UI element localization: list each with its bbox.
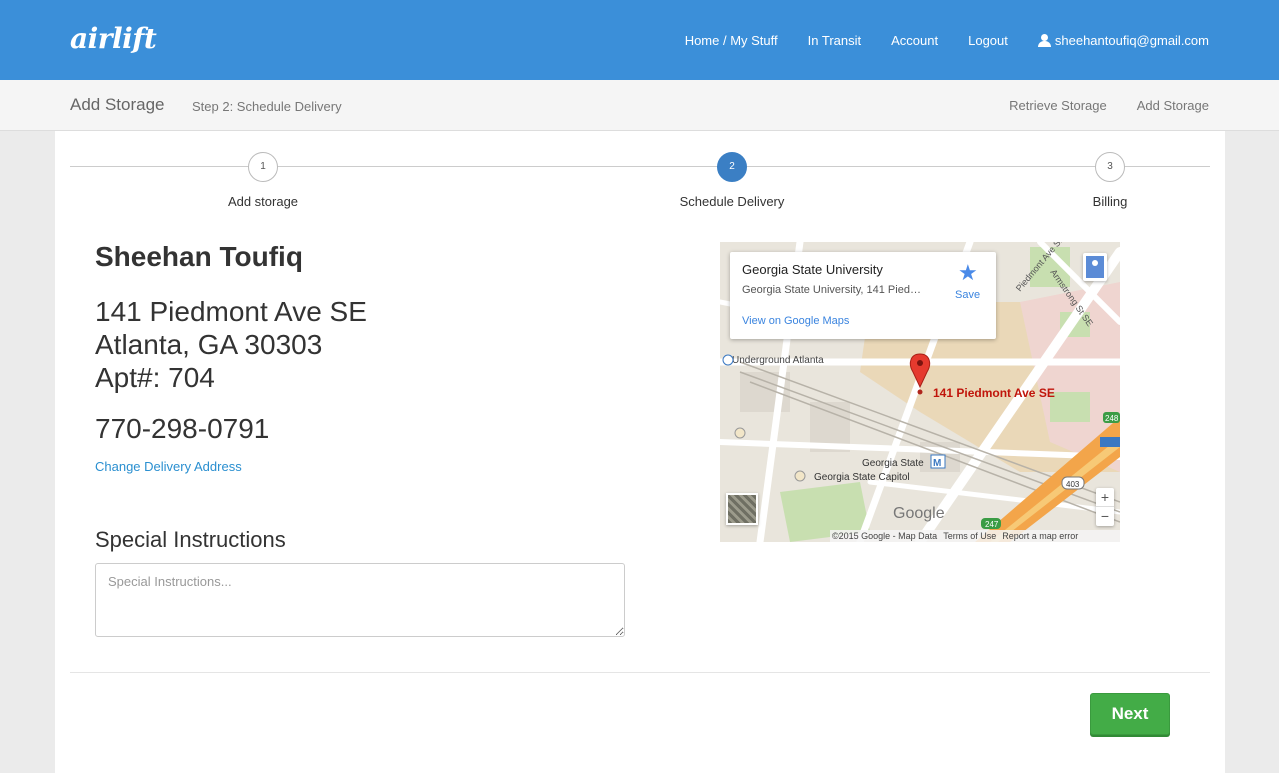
top-nav: Home / My Stuff In Transit Account Logou… bbox=[685, 0, 1209, 80]
step-2-circle: 2 bbox=[717, 152, 747, 182]
zoom-controls: + − bbox=[1096, 488, 1114, 526]
map-footer: ©2015 Google - Map Data Terms of Use Rep… bbox=[830, 530, 1120, 542]
map-place-address: Georgia State University, 141 Pied… bbox=[742, 284, 921, 296]
map-info-card: Georgia State University Georgia State U… bbox=[730, 252, 996, 339]
user-icon bbox=[1037, 33, 1051, 47]
google-logo: Google bbox=[893, 505, 945, 522]
map-place-title: Georgia State University bbox=[742, 262, 883, 277]
user-email: sheehantoufiq@gmail.com bbox=[1054, 32, 1209, 48]
road-shield-247: 247 bbox=[985, 520, 999, 529]
address-line-1: 141 Piedmont Ave SE bbox=[95, 296, 367, 327]
phone-number: 770-298-0791 bbox=[95, 413, 270, 444]
street-view-pegman-icon[interactable] bbox=[1083, 253, 1107, 281]
delivery-address: 141 Piedmont Ave SE Atlanta, GA 30303 Ap… bbox=[95, 295, 367, 394]
airlift-logo[interactable]: airlift bbox=[70, 22, 157, 55]
nav-user[interactable]: sheehantoufiq@gmail.com bbox=[1037, 32, 1209, 48]
special-instructions-heading: Special Instructions bbox=[95, 527, 286, 552]
map-terms-link[interactable]: Terms of Use bbox=[943, 530, 996, 542]
google-map[interactable]: 141 Piedmont Ave SE Underground Atlanta … bbox=[720, 242, 1120, 542]
svg-text:M: M bbox=[933, 458, 941, 469]
zoom-in-button[interactable]: + bbox=[1096, 488, 1114, 507]
zoom-out-button[interactable]: − bbox=[1096, 507, 1114, 526]
step-3-circle: 3 bbox=[1095, 152, 1125, 182]
step-2-label: Schedule Delivery bbox=[679, 194, 785, 209]
map-marker-label: 141 Piedmont Ave SE bbox=[933, 386, 1055, 400]
map-label-georgia-state: Georgia State bbox=[862, 458, 924, 469]
apartment-number: Apt#: 704 bbox=[95, 362, 215, 393]
road-shield-248: 248 bbox=[1105, 414, 1119, 423]
special-instructions-input[interactable] bbox=[95, 563, 625, 637]
map-attribution: ©2015 Google - Map Data bbox=[832, 531, 938, 541]
map-report-error-link[interactable]: Report a map error bbox=[1002, 530, 1078, 542]
stepper-line bbox=[70, 166, 1210, 167]
step-3-label: Billing bbox=[1092, 194, 1128, 209]
step-1-circle: 1 bbox=[248, 152, 278, 182]
road-shield-403: 403 bbox=[1066, 480, 1080, 489]
star-icon[interactable]: ★ bbox=[958, 260, 978, 286]
step-breadcrumb: Step 2: Schedule Delivery bbox=[192, 99, 342, 114]
view-on-google-maps-link[interactable]: View on Google Maps bbox=[742, 315, 849, 327]
nav-logout[interactable]: Logout bbox=[968, 33, 1008, 48]
nav-account[interactable]: Account bbox=[891, 33, 938, 48]
map-label-capitol: Georgia State Capitol bbox=[814, 472, 910, 483]
step-1-label: Add storage bbox=[227, 194, 299, 209]
satellite-toggle[interactable] bbox=[726, 493, 758, 525]
change-address-link[interactable]: Change Delivery Address bbox=[95, 459, 242, 474]
nav-in-transit[interactable]: In Transit bbox=[808, 33, 861, 48]
nav-home[interactable]: Home / My Stuff bbox=[685, 33, 778, 48]
add-storage-link[interactable]: Add Storage bbox=[1137, 98, 1209, 113]
address-line-2: Atlanta, GA 30303 bbox=[95, 329, 323, 360]
map-label-underground: Underground Atlanta bbox=[732, 355, 824, 366]
retrieve-storage-link[interactable]: Retrieve Storage bbox=[1009, 98, 1107, 113]
sub-nav: Retrieve Storage Add Storage bbox=[1009, 80, 1209, 131]
top-navbar: airlift Home / My Stuff In Transit Accou… bbox=[0, 0, 1279, 80]
sub-header: Add Storage Step 2: Schedule Delivery Re… bbox=[0, 80, 1279, 131]
customer-name: Sheehan Toufiq bbox=[95, 241, 303, 272]
footer-divider bbox=[70, 672, 1210, 673]
map-save-button[interactable]: Save bbox=[955, 289, 980, 301]
page-title: Add Storage bbox=[70, 95, 165, 114]
next-button[interactable]: Next bbox=[1090, 693, 1170, 735]
content-card: 1 2 3 Add storage Schedule Delivery Bill… bbox=[55, 131, 1225, 773]
